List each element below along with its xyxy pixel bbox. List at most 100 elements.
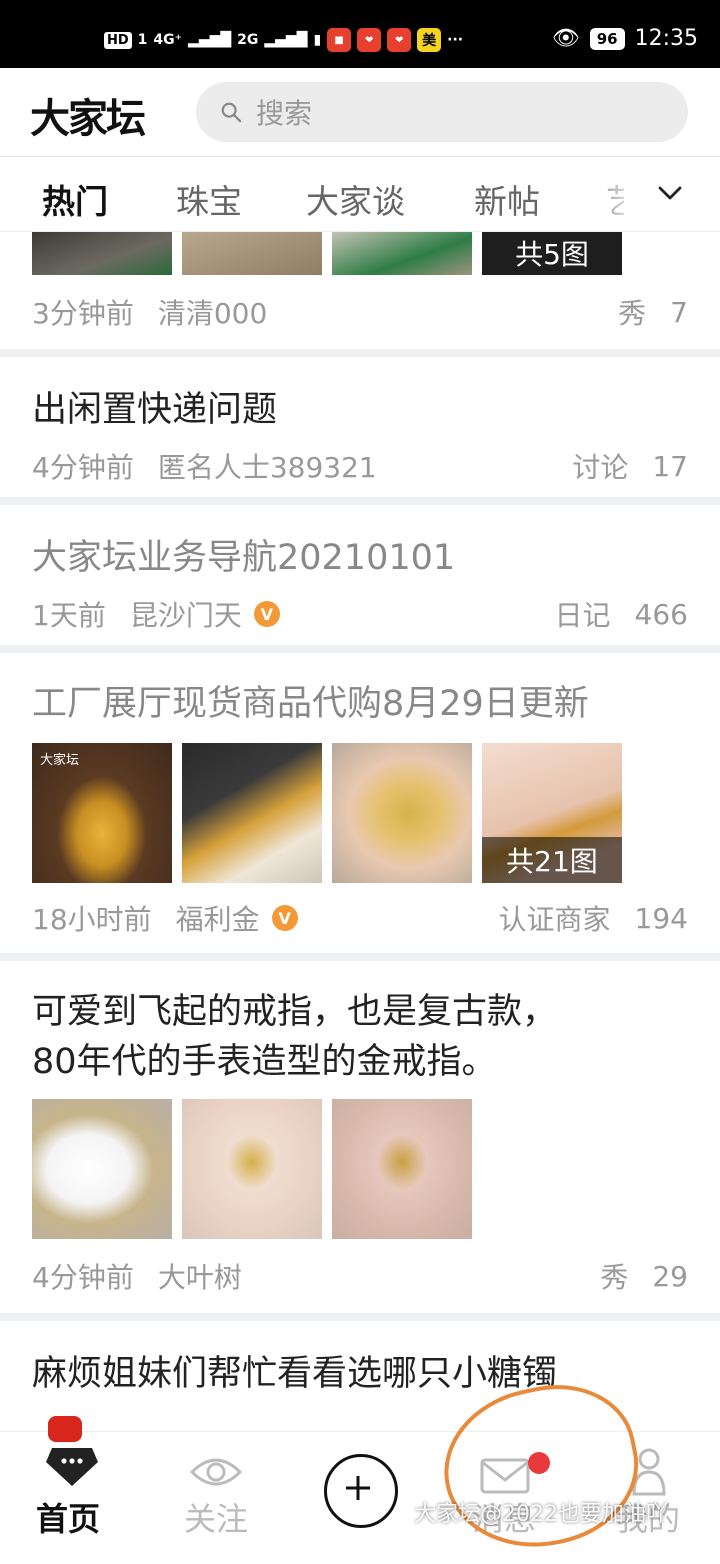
image-watermark: 大家坛 bbox=[40, 753, 80, 768]
post-image[interactable]: 共5图 bbox=[482, 231, 622, 275]
hd-indicator: HD bbox=[104, 31, 132, 49]
tab-jewelry[interactable]: 珠宝 bbox=[176, 175, 242, 223]
network-2g: 2G bbox=[237, 32, 259, 48]
tab-hot[interactable]: 热门 bbox=[42, 175, 108, 223]
pdd-app-icon: ❤ bbox=[387, 28, 412, 52]
tab-new-posts[interactable]: 新帖 bbox=[474, 175, 540, 223]
sim-indicator: 1 bbox=[137, 32, 148, 48]
nav-home[interactable]: 首页 bbox=[8, 1416, 128, 1541]
search-placeholder: 搜索 bbox=[256, 97, 313, 130]
search-icon bbox=[221, 102, 242, 123]
status-right: 👁 96 12:35 bbox=[552, 26, 698, 51]
post-category: 认证商家 bbox=[498, 903, 611, 936]
new-post-button[interactable] bbox=[324, 1454, 398, 1528]
post-images bbox=[32, 1099, 688, 1239]
eye-icon bbox=[190, 1458, 242, 1486]
notification-icon: ▮ bbox=[313, 32, 322, 48]
post-author[interactable]: 匿名人士389321 bbox=[158, 446, 377, 486]
post-title[interactable]: 大家坛业务导航20210101 bbox=[32, 533, 688, 583]
post-time: 4分钟前 bbox=[32, 451, 134, 484]
plus-icon bbox=[346, 1476, 370, 1500]
post-category: 讨论 bbox=[572, 451, 629, 484]
post-card[interactable]: 麻烦姐妹们帮忙看看选哪只小糖镯 bbox=[0, 1321, 720, 1431]
category-tabs: 热门 珠宝 大家谈 新帖 艺 bbox=[0, 157, 720, 232]
mail-icon bbox=[480, 1458, 530, 1494]
post-image[interactable] bbox=[332, 231, 472, 275]
post-meta: 3分钟前 清清000 秀 7 bbox=[32, 275, 688, 349]
post-time: 1天前 bbox=[32, 599, 106, 632]
post-title[interactable]: 工厂展厅现货商品代购8月29日更新 bbox=[32, 679, 688, 729]
post-meta: 18小时前 福利金 V 认证商家 194 bbox=[32, 883, 688, 953]
post-image[interactable] bbox=[182, 1099, 322, 1239]
chevron-down-icon[interactable] bbox=[656, 179, 684, 207]
meituan-app-icon: 美 bbox=[417, 28, 442, 52]
post-author[interactable]: 清清000 bbox=[158, 292, 267, 332]
post-image[interactable] bbox=[182, 743, 322, 883]
post-title-line2[interactable]: 80年代的手表造型的金戒指。 bbox=[32, 1037, 688, 1087]
nav-follow-label: 关注 bbox=[183, 1500, 248, 1538]
post-image[interactable] bbox=[332, 743, 472, 883]
post-meta: 4分钟前 匿名人士389321 讨论 17 bbox=[32, 435, 688, 497]
post-author[interactable]: 福利金 bbox=[176, 898, 260, 938]
post-feed[interactable]: 共5图 3分钟前 清清000 秀 7 出闲置快递问题 4分钟前 匿名人士3893… bbox=[0, 231, 720, 1431]
post-author[interactable]: 大叶树 bbox=[158, 1256, 242, 1296]
image-count: 共5图 bbox=[515, 238, 589, 271]
nav-home-label: 首页 bbox=[35, 1500, 100, 1538]
post-time: 3分钟前 bbox=[32, 297, 134, 330]
app-header: 大家坛 搜索 bbox=[0, 68, 720, 157]
post-category: 日记 bbox=[554, 599, 611, 632]
user-icon bbox=[632, 1448, 666, 1496]
post-title-line1[interactable]: 可爱到飞起的戒指，也是复古款， bbox=[32, 987, 688, 1037]
post-images: 共5图 bbox=[32, 231, 688, 275]
home-diamond-icon bbox=[46, 1448, 98, 1486]
post-reply-count: 194 bbox=[634, 901, 688, 935]
post-card[interactable]: 大家坛业务导航20210101 1天前 昆沙门天 V 日记 466 bbox=[0, 505, 720, 645]
signal-icon: ▂▄▆█ bbox=[264, 32, 308, 48]
tab-discussion[interactable]: 大家谈 bbox=[306, 175, 405, 223]
bank-app-icon: ■ bbox=[327, 28, 352, 52]
app-logo[interactable]: 大家坛 bbox=[30, 86, 146, 144]
post-image[interactable]: 大家坛 bbox=[32, 743, 172, 883]
status-bar: HD 1 4G⁺ ▂▄▆█ 2G ▂▄▆█ ▮ ■ ❤ ❤ 美 ··· 👁 96… bbox=[0, 0, 720, 68]
battery-indicator: 96 bbox=[589, 27, 625, 50]
tab-fade bbox=[580, 157, 640, 231]
post-reply-count: 7 bbox=[670, 295, 688, 329]
post-category: 秀 bbox=[618, 297, 647, 330]
post-card[interactable]: 可爱到飞起的戒指，也是复古款， 80年代的手表造型的金戒指。 4分钟前 大叶树 … bbox=[0, 961, 720, 1313]
post-author[interactable]: 昆沙门天 bbox=[130, 594, 242, 634]
search-bar[interactable]: 搜索 bbox=[196, 82, 688, 142]
post-time: 18小时前 bbox=[32, 903, 152, 936]
post-reply-count: 17 bbox=[652, 449, 688, 483]
signal-icon: ▂▄▆█ bbox=[188, 32, 232, 48]
post-images: 大家坛 共21图 bbox=[32, 743, 688, 883]
more-notifications: ··· bbox=[447, 32, 464, 48]
post-card[interactable]: 共5图 3分钟前 清清000 秀 7 bbox=[0, 231, 720, 349]
unread-dot bbox=[528, 1452, 550, 1474]
status-left: HD 1 4G⁺ ▂▄▆█ 2G ▂▄▆█ ▮ ■ ❤ ❤ 美 ··· bbox=[104, 28, 463, 52]
post-image[interactable] bbox=[32, 1099, 172, 1239]
post-card[interactable]: 出闲置快递问题 4分钟前 匿名人士389321 讨论 17 bbox=[0, 357, 720, 497]
verified-icon: V bbox=[271, 905, 298, 931]
post-meta: 1天前 昆沙门天 V 日记 466 bbox=[32, 583, 688, 645]
post-image[interactable] bbox=[32, 231, 172, 275]
clock: 12:35 bbox=[634, 26, 698, 51]
image-watermark: 大家坛@2022也要加油吖 bbox=[414, 1502, 668, 1527]
post-reply-count: 29 bbox=[652, 1259, 688, 1293]
image-count: 共21图 bbox=[482, 837, 622, 883]
post-title[interactable]: 出闲置快递问题 bbox=[32, 385, 688, 435]
red-envelope-icon[interactable] bbox=[48, 1416, 82, 1442]
post-image[interactable]: 共21图 bbox=[482, 743, 622, 883]
post-image[interactable] bbox=[332, 1099, 472, 1239]
post-category: 秀 bbox=[600, 1261, 629, 1294]
verified-icon: V bbox=[253, 601, 280, 627]
post-time: 4分钟前 bbox=[32, 1261, 134, 1294]
nav-follow[interactable]: 关注 bbox=[156, 1432, 276, 1541]
eye-icon: 👁 bbox=[551, 26, 580, 51]
post-card[interactable]: 工厂展厅现货商品代购8月29日更新 大家坛 共21图 18小时前 福利金 V 认… bbox=[0, 653, 720, 953]
post-meta: 4分钟前 大叶树 秀 29 bbox=[32, 1239, 688, 1313]
network-4g: 4G⁺ bbox=[153, 32, 183, 48]
post-reply-count: 466 bbox=[634, 597, 688, 631]
pdd-app-icon: ❤ bbox=[357, 28, 382, 52]
post-image[interactable] bbox=[182, 231, 322, 275]
post-title[interactable]: 麻烦姐妹们帮忙看看选哪只小糖镯 bbox=[32, 1349, 688, 1399]
